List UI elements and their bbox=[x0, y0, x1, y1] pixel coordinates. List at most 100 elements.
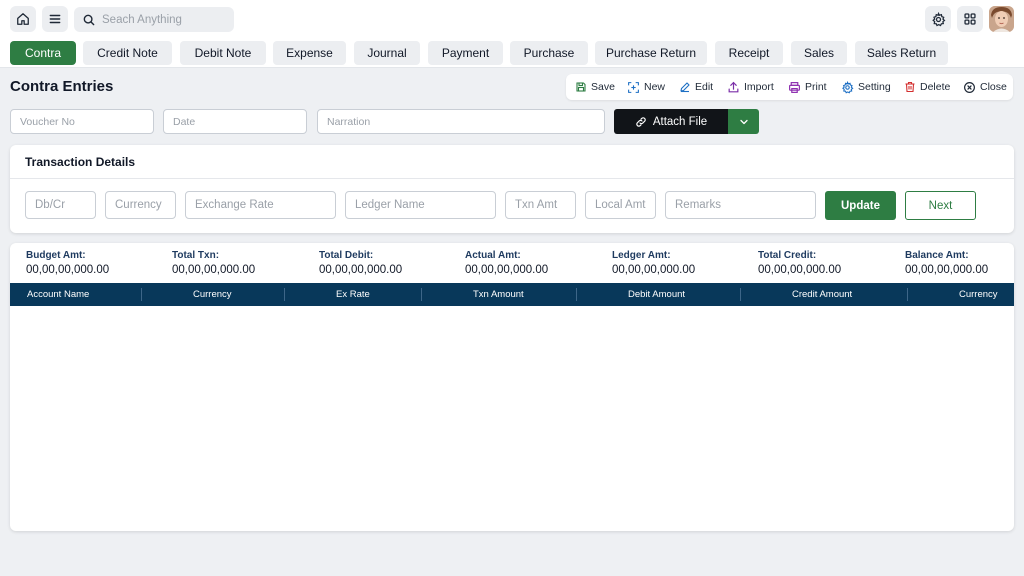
new-button[interactable]: New bbox=[627, 79, 665, 95]
column-header-ex-rate[interactable]: Ex Rate bbox=[336, 283, 370, 306]
column-header-currency[interactable]: Currency bbox=[193, 283, 232, 306]
import-button[interactable]: Import bbox=[727, 79, 774, 95]
ledger-name-field[interactable] bbox=[345, 191, 496, 219]
print-button[interactable]: Print bbox=[788, 79, 827, 95]
search-icon bbox=[83, 14, 95, 25]
tab-contra[interactable]: Contra bbox=[10, 41, 76, 65]
tab-journal[interactable]: Journal bbox=[354, 41, 420, 65]
print-label: Print bbox=[805, 81, 827, 93]
summary-value: 00,00,00,000.00 bbox=[319, 264, 403, 276]
column-header-debit-amount[interactable]: Debit Amount bbox=[628, 283, 685, 306]
apps-button[interactable] bbox=[957, 6, 983, 32]
tab-purchase[interactable]: Purchase bbox=[510, 41, 588, 65]
chevron-down-icon bbox=[739, 119, 748, 124]
column-separator bbox=[907, 288, 908, 301]
save-label: Save bbox=[591, 81, 615, 93]
column-separator bbox=[576, 288, 577, 301]
link-icon bbox=[636, 116, 646, 127]
column-header-txn-amount[interactable]: Txn Amount bbox=[473, 283, 524, 306]
avatar-photo bbox=[989, 6, 1014, 32]
summary-total-debit: Total Debit: 00,00,00,000.00 bbox=[319, 250, 402, 276]
summary-value: 00,00,00,000.00 bbox=[172, 264, 256, 276]
menu-button[interactable] bbox=[42, 6, 68, 32]
edit-button[interactable]: Edit bbox=[679, 79, 713, 95]
summary-total-credit: Total Credit: 00,00,00,000.00 bbox=[758, 250, 841, 276]
column-header-account-name[interactable]: Account Name bbox=[27, 283, 89, 306]
import-label: Import bbox=[744, 81, 774, 93]
tab-credit-note[interactable]: Credit Note bbox=[83, 41, 172, 65]
exchange-rate-field[interactable] bbox=[185, 191, 336, 219]
local-amt-field[interactable] bbox=[585, 191, 656, 219]
home-button[interactable] bbox=[10, 6, 36, 32]
save-button[interactable]: Save bbox=[575, 79, 615, 95]
upload-icon bbox=[728, 81, 739, 92]
search-box[interactable] bbox=[74, 7, 234, 32]
top-bar bbox=[0, 0, 1024, 38]
close-label: Close bbox=[980, 81, 1007, 93]
summary-label: Budget Amt: bbox=[26, 250, 86, 261]
tab-sales-return[interactable]: Sales Return bbox=[855, 41, 948, 65]
user-avatar[interactable] bbox=[989, 6, 1014, 32]
column-separator bbox=[141, 288, 142, 301]
new-icon bbox=[628, 81, 639, 93]
summary-budget-amt: Budget Amt: 00,00,00,000.00 bbox=[26, 250, 109, 276]
tab-expense[interactable]: Expense bbox=[273, 41, 346, 65]
setting-button[interactable]: Setting bbox=[841, 79, 891, 95]
entries-card: Budget Amt: 00,00,00,000.00 Total Txn: 0… bbox=[10, 243, 1014, 531]
voucher-type-tabs: Contra Credit Note Debit Note Expense Jo… bbox=[0, 38, 1024, 68]
column-header-currency-2[interactable]: Currency bbox=[959, 283, 998, 306]
entries-table-body bbox=[10, 306, 1014, 531]
currency-field[interactable] bbox=[105, 191, 176, 219]
remarks-field[interactable] bbox=[665, 191, 816, 219]
hamburger-menu-icon bbox=[49, 14, 61, 24]
summary-value: 00,00,00,000.00 bbox=[26, 264, 110, 276]
trash-icon bbox=[905, 81, 915, 93]
close-button[interactable]: Close bbox=[963, 79, 1007, 95]
summary-value: 00,00,00,000.00 bbox=[465, 264, 549, 276]
tab-receipt[interactable]: Receipt bbox=[715, 41, 783, 65]
tab-payment[interactable]: Payment bbox=[428, 41, 503, 65]
printer-icon bbox=[789, 81, 800, 93]
summary-balance-amt: Balance Amt: 00,00,00,000.00 bbox=[905, 250, 988, 276]
summary-label: Actual Amt: bbox=[465, 250, 521, 261]
summary-label: Balance Amt: bbox=[905, 250, 969, 261]
summary-value: 00,00,00,000.00 bbox=[905, 264, 989, 276]
update-button[interactable]: Update bbox=[825, 191, 896, 220]
summary-value: 00,00,00,000.00 bbox=[612, 264, 696, 276]
save-icon bbox=[576, 82, 586, 92]
summary-label: Total Debit: bbox=[319, 250, 374, 261]
column-separator bbox=[284, 288, 285, 301]
summary-total-txn: Total Txn: 00,00,00,000.00 bbox=[172, 250, 255, 276]
narration-field[interactable] bbox=[317, 109, 605, 134]
delete-button[interactable]: Delete bbox=[904, 79, 950, 95]
db-cr-field[interactable] bbox=[25, 191, 96, 219]
attach-dropdown-button[interactable] bbox=[728, 109, 759, 134]
date-field[interactable] bbox=[163, 109, 307, 134]
tab-debit-note[interactable]: Debit Note bbox=[180, 41, 266, 65]
attach-file-label: Attach File bbox=[652, 115, 708, 128]
home-icon bbox=[17, 13, 29, 25]
tab-sales[interactable]: Sales bbox=[791, 41, 847, 65]
summary-label: Total Credit: bbox=[758, 250, 817, 261]
txn-amt-field[interactable] bbox=[505, 191, 576, 219]
transaction-details-card: Transaction Details Update Next bbox=[10, 145, 1014, 233]
summary-actual-amt: Actual Amt: 00,00,00,000.00 bbox=[465, 250, 548, 276]
transaction-details-title: Transaction Details bbox=[25, 155, 136, 169]
tab-purchase-return[interactable]: Purchase Return bbox=[595, 41, 707, 65]
action-toolbar: Save New Edit Import Print Setting Delet… bbox=[566, 74, 1013, 100]
column-separator bbox=[740, 288, 741, 301]
attach-file-button[interactable]: Attach File bbox=[614, 109, 728, 134]
pencil-icon bbox=[680, 82, 690, 93]
voucher-no-field[interactable] bbox=[10, 109, 154, 134]
entries-table-header: Account Name Currency Ex Rate Txn Amount… bbox=[10, 283, 1014, 306]
edit-label: Edit bbox=[695, 81, 714, 93]
settings-button[interactable] bbox=[925, 6, 951, 32]
search-input[interactable] bbox=[102, 13, 230, 26]
gear-icon bbox=[931, 11, 945, 26]
next-button[interactable]: Next bbox=[905, 191, 976, 220]
column-separator bbox=[421, 288, 422, 301]
column-header-credit-amount[interactable]: Credit Amount bbox=[792, 283, 852, 306]
summary-label: Total Txn: bbox=[172, 250, 220, 261]
close-circle-icon bbox=[964, 81, 975, 93]
summary-label: Ledger Amt: bbox=[612, 250, 671, 261]
